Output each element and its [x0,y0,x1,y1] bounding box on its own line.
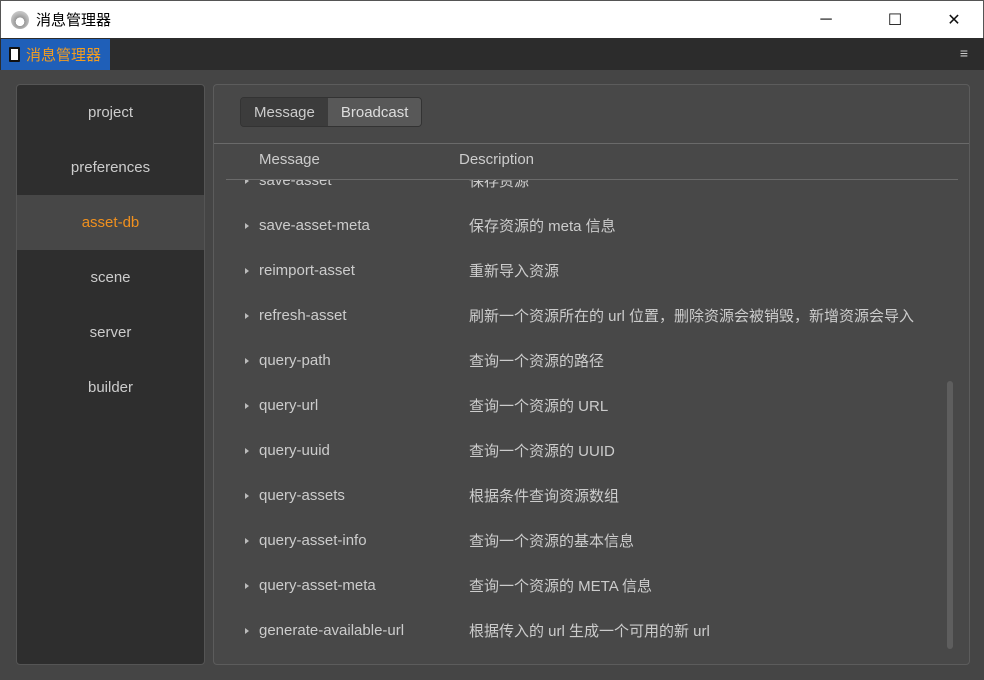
message-description: 查询一个资源的 URL [469,398,609,415]
table-row[interactable]: query-asset-info 查询一个资源的基本信息 [214,518,969,563]
message-description: 刷新一个资源所在的 url 位置，删除资源会被销毁，新增资源会导入 [469,308,915,325]
sidebar-item-asset-db[interactable]: asset-db [17,195,204,250]
table-row[interactable]: generate-available-url 根据传入的 url 生成一个可用的新… [214,608,969,653]
message-name: query-url [259,397,319,414]
table-row[interactable]: query-uuid 查询一个资源的 UUID [214,428,969,473]
message-description: 查询一个资源的路径 [469,353,605,370]
message-name: query-asset-meta [259,577,376,594]
message-description: 保存资源的 meta 信息 [469,218,616,235]
table-row[interactable]: save-asset 保存资源 [214,180,969,203]
expand-caret-icon[interactable] [245,312,249,319]
tab-label: 消息管理器 [26,47,102,64]
expand-caret-icon[interactable] [245,627,249,634]
message-name: query-uuid [259,442,330,459]
message-description: 根据传入的 url 生成一个可用的新 url [469,623,710,640]
tab-message[interactable]: Message [241,98,328,126]
maximize-button[interactable]: ☐ [872,1,918,39]
message-name: query-path [259,352,331,369]
expand-caret-icon[interactable] [245,447,249,454]
message-description: 根据条件查询资源数组 [469,488,620,505]
expand-caret-icon[interactable] [245,222,249,229]
expand-caret-icon[interactable] [245,402,249,409]
tab-bar: 消息管理器 [0,38,984,70]
window-title: 消息管理器 [36,12,112,29]
menu-icon[interactable]: ≡ [960,45,968,61]
sidebar-item-builder[interactable]: builder [17,360,204,415]
scrollbar[interactable] [947,381,953,649]
message-description: 查询一个资源的 META 信息 [469,578,653,595]
sidebar-item-project[interactable]: project [17,85,204,140]
message-name: generate-available-url [259,622,405,639]
message-name: query-assets [259,487,345,504]
message-name: query-asset-info [259,532,367,549]
sidebar-item-scene[interactable]: scene [17,250,204,305]
message-description: 保存资源 [469,180,530,190]
main-panel: Message Broadcast Message Description sa… [213,84,970,665]
expand-caret-icon[interactable] [245,180,249,184]
message-name: save-asset [259,180,332,189]
sidebar-item-server[interactable]: server [17,305,204,360]
header-divider [226,179,958,180]
table-row[interactable]: query-assets 根据条件查询资源数组 [214,473,969,518]
message-description: 重新导入资源 [469,263,560,280]
column-header-message[interactable]: Message [259,151,320,168]
message-name: refresh-asset [259,307,347,324]
message-name: save-asset-meta [259,217,370,234]
message-description: 查询一个资源的基本信息 [469,533,635,550]
view-toggle: Message Broadcast [240,97,423,127]
minimize-button[interactable]: ─ [803,1,849,39]
close-button[interactable]: ✕ [931,1,977,39]
tab-broadcast[interactable]: Broadcast [327,98,422,126]
message-name: reimport-asset [259,262,355,279]
table-row[interactable]: query-asset-meta 查询一个资源的 META 信息 [214,563,969,608]
divider [214,143,969,144]
expand-caret-icon[interactable] [245,267,249,274]
message-list: save-asset 保存资源 save-asset-meta 保存资源的 meta … [214,180,969,660]
expand-caret-icon[interactable] [245,357,249,364]
table-row[interactable]: query-url 查询一个资源的 URL [214,383,969,428]
tab-message-manager[interactable]: 消息管理器 [1,39,110,70]
expand-caret-icon[interactable] [245,582,249,589]
table-row[interactable]: query-path 查询一个资源的路径 [214,338,969,383]
message-description: 查询一个资源的 UUID [469,443,615,460]
expand-caret-icon[interactable] [245,492,249,499]
table-row[interactable]: reimport-asset 重新导入资源 [214,248,969,293]
document-icon [9,47,20,62]
expand-caret-icon[interactable] [245,537,249,544]
table-row[interactable]: save-asset-meta 保存资源的 meta 信息 [214,203,969,248]
sidebar-item-preferences[interactable]: preferences [17,140,204,195]
table-row[interactable]: refresh-asset 刷新一个资源所在的 url 位置，删除资源会被销毁，新… [214,293,969,338]
sidebar: project preferences asset-db scene serve… [16,84,205,665]
title-bar: 消息管理器 ─ ☐ ✕ [0,0,984,38]
column-header-description[interactable]: Description [459,151,534,168]
app-logo-icon [11,10,29,29]
